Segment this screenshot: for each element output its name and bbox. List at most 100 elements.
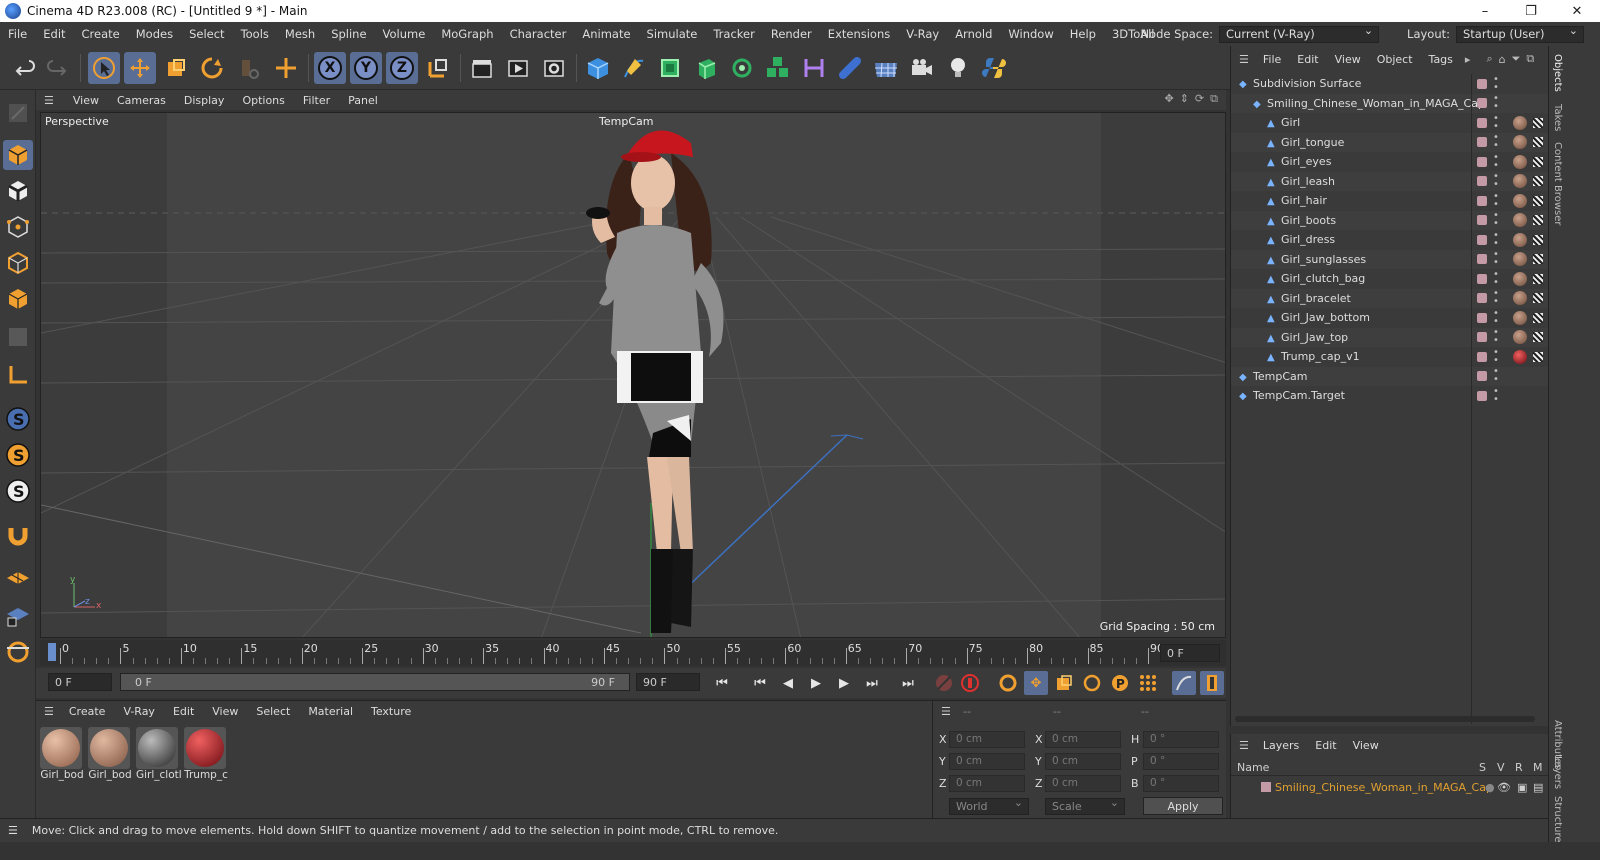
material-hamburger-icon[interactable]: ☰ xyxy=(44,705,54,718)
layer-color-swatch[interactable] xyxy=(1477,176,1487,187)
objects-menu-object[interactable]: Object xyxy=(1369,53,1421,66)
objects-menu-edit[interactable]: Edit xyxy=(1289,53,1326,66)
position-key-button[interactable]: ✥ xyxy=(1024,671,1048,695)
tab-takes[interactable]: Takes xyxy=(1552,104,1563,131)
visibility-dots-icon[interactable]: • • xyxy=(1493,94,1499,112)
visibility-dots-icon[interactable]: • • xyxy=(1493,230,1499,248)
end-frame-field[interactable]: 90 F xyxy=(636,673,700,691)
object-row[interactable]: ▲ Girl_tongue • • xyxy=(1231,132,1549,152)
more-arrow-icon[interactable]: ▸ xyxy=(1465,53,1471,66)
menu-character[interactable]: Character xyxy=(502,27,575,41)
object-row[interactable]: ▲ Girl_eyes • • xyxy=(1231,152,1549,172)
viewport-pan-icon[interactable]: ✥ xyxy=(1164,92,1173,106)
floor-environment-button[interactable] xyxy=(870,52,902,84)
render-settings-button[interactable] xyxy=(538,52,570,84)
previous-frame-button[interactable]: ◀ xyxy=(776,671,800,695)
go-to-end-button[interactable]: ⏭ xyxy=(896,671,920,695)
layer-color-swatch[interactable] xyxy=(1477,390,1487,401)
viewport-dolly-icon[interactable]: ⇕ xyxy=(1180,92,1189,106)
texture-tag-icon[interactable] xyxy=(1533,351,1543,362)
visibility-dots-icon[interactable]: • • xyxy=(1493,113,1499,131)
coordinate-space-dropdown[interactable]: World xyxy=(949,796,1029,815)
menu-tools[interactable]: Tools xyxy=(233,27,277,41)
model-mode-button[interactable] xyxy=(3,140,33,170)
menu-edit[interactable]: Edit xyxy=(35,27,73,41)
viewport-menu-panel[interactable]: Panel xyxy=(339,94,387,107)
visibility-dots-icon[interactable]: • • xyxy=(1493,74,1499,92)
keyframe-selection-button[interactable] xyxy=(996,671,1020,695)
object-row[interactable]: ◆ TempCam • • xyxy=(1231,366,1549,386)
viewport-maximize-icon[interactable]: ⧉ xyxy=(1210,92,1218,106)
home-icon[interactable]: ⌂ xyxy=(1499,53,1506,66)
texture-tag-icon[interactable] xyxy=(1533,137,1543,148)
menu-mesh[interactable]: Mesh xyxy=(277,27,323,41)
visibility-dots-icon[interactable]: • • xyxy=(1493,347,1499,365)
texture-tag-icon[interactable] xyxy=(1533,156,1543,167)
viewport-menu-cameras[interactable]: Cameras xyxy=(108,94,175,107)
autokey-button[interactable] xyxy=(958,671,982,695)
material-menu-select[interactable]: Select xyxy=(247,705,299,718)
menu-tracker[interactable]: Tracker xyxy=(705,27,763,41)
next-key-button[interactable]: ⏭ xyxy=(860,671,884,695)
objects-menu-view[interactable]: View xyxy=(1327,53,1369,66)
layer-color-swatch[interactable] xyxy=(1477,215,1487,226)
layers-menu-edit[interactable]: Edit xyxy=(1307,739,1344,752)
viewport-menu-filter[interactable]: Filter xyxy=(294,94,339,107)
layer-render-icon[interactable]: ▣ xyxy=(1517,781,1527,794)
tab-objects[interactable]: Objects xyxy=(1552,54,1563,92)
scale-tool-button[interactable] xyxy=(160,52,192,84)
material-tag-icon[interactable] xyxy=(1513,115,1527,130)
object-row[interactable]: ▲ Girl_sunglasses • • xyxy=(1231,249,1549,269)
layer-visible-eye-icon[interactable]: 👁 xyxy=(1497,781,1511,794)
x-axis-lock-button[interactable]: X xyxy=(314,52,346,84)
texture-tag-icon[interactable] xyxy=(1533,293,1543,304)
node-space-dropdown[interactable]: Current (V-Ray) xyxy=(1219,24,1380,43)
layer-color-swatch[interactable] xyxy=(1477,254,1487,265)
menu-animate[interactable]: Animate xyxy=(574,27,638,41)
snapping-toggle-button[interactable]: S xyxy=(3,404,33,434)
next-frame-button[interactable]: ▶ xyxy=(832,671,856,695)
live-selection-button[interactable] xyxy=(88,52,120,84)
visibility-dots-icon[interactable]: • • xyxy=(1493,211,1499,229)
coordinate-system-button[interactable] xyxy=(422,52,454,84)
axis-mode-button[interactable] xyxy=(3,360,33,390)
polygon-mode-button[interactable] xyxy=(3,284,33,314)
material-menu-edit[interactable]: Edit xyxy=(164,705,203,718)
move-tool-button[interactable] xyxy=(124,52,156,84)
position-y-field[interactable]: 0 cm xyxy=(949,752,1025,770)
rotation-b-field[interactable]: 0 ° xyxy=(1143,774,1219,792)
size-z-field[interactable]: 0 cm xyxy=(1045,774,1121,792)
close-button[interactable]: ✕ xyxy=(1554,0,1600,22)
visibility-dots-icon[interactable]: • • xyxy=(1493,191,1499,209)
layers-menu-layers[interactable]: Layers xyxy=(1255,739,1307,752)
texture-tag-icon[interactable] xyxy=(1533,117,1543,128)
workplane-button[interactable] xyxy=(3,564,33,594)
viewport-hamburger-icon[interactable]: ☰ xyxy=(44,94,54,107)
world-axis-button[interactable] xyxy=(270,52,302,84)
viewport-rotate-icon[interactable]: ⟳ xyxy=(1195,92,1204,106)
layers-hamburger-icon[interactable]: ☰ xyxy=(1239,739,1249,752)
rotation-p-field[interactable]: 0 ° xyxy=(1143,752,1219,770)
edge-mode-button[interactable] xyxy=(3,248,33,278)
timeline-mode-button[interactable] xyxy=(1172,671,1196,695)
viewport-menu-options[interactable]: Options xyxy=(233,94,293,107)
new-window-icon[interactable]: ⧉ xyxy=(1526,52,1534,66)
layer-color-swatch[interactable] xyxy=(1477,293,1487,304)
visibility-dots-icon[interactable]: • • xyxy=(1493,250,1499,268)
uv-mode-button[interactable] xyxy=(3,322,33,352)
redo-button[interactable] xyxy=(42,52,74,84)
object-row[interactable]: ▲ Girl_Jaw_top • • xyxy=(1231,327,1549,347)
point-level-animation-button[interactable] xyxy=(1136,671,1160,695)
visibility-dots-icon[interactable]: • • xyxy=(1493,172,1499,190)
visibility-dots-icon[interactable]: • • xyxy=(1493,308,1499,326)
material-menu-material[interactable]: Material xyxy=(299,705,362,718)
viewport-menu-view[interactable]: View xyxy=(64,94,108,107)
material-item[interactable]: Girl_bod xyxy=(88,727,132,781)
play-button[interactable]: ▶ xyxy=(804,671,828,695)
object-row[interactable]: ▲ Girl_clutch_bag • • xyxy=(1231,269,1549,289)
soft-selection-button[interactable] xyxy=(3,636,33,666)
menu-help[interactable]: Help xyxy=(1062,27,1104,41)
visibility-dots-icon[interactable]: • • xyxy=(1493,328,1499,346)
quantize-button[interactable]: S xyxy=(3,476,33,506)
position-x-field[interactable]: 0 cm xyxy=(949,730,1025,748)
